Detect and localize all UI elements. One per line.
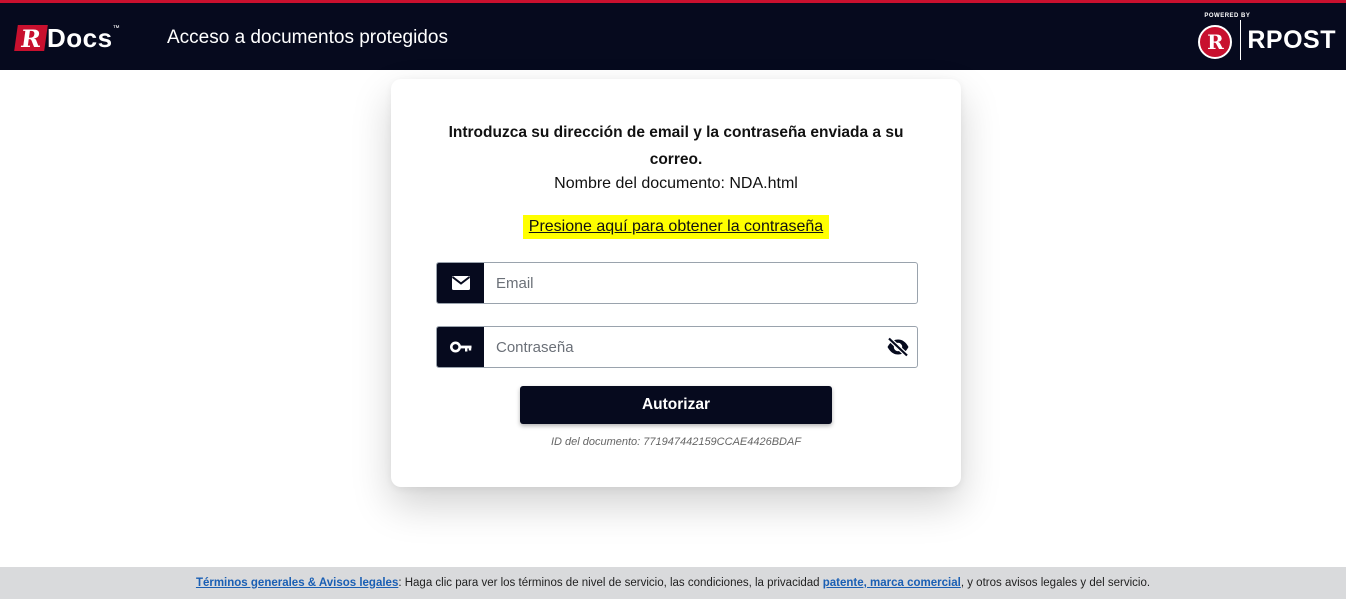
login-card: Introduzca su dirección de email y la co…	[391, 79, 961, 487]
email-input[interactable]	[484, 263, 917, 303]
rpost-logo-text: RPOST	[1247, 25, 1336, 54]
password-field	[436, 326, 918, 368]
powered-by-label: POWERED BY	[1204, 13, 1251, 19]
eye-off-icon[interactable]	[879, 327, 917, 367]
document-name: Nombre del documento: NDA.html	[554, 175, 798, 192]
terms-link[interactable]: Términos generales & Avisos legales	[196, 577, 398, 589]
rpost-logo: POWERED BY R RPOST	[1198, 11, 1336, 63]
rpost-logo-mark: R	[1198, 25, 1233, 59]
legal-footer: Términos generales & Avisos legales : Ha…	[0, 567, 1346, 599]
page-title: Acceso a documentos protegidos	[167, 27, 448, 48]
get-password-wrapper: Presione aquí para obtener la contraseña	[391, 215, 961, 239]
app-header: R Docs ™ Acceso a documentos protegidos …	[0, 3, 1346, 70]
password-input[interactable]	[484, 327, 879, 367]
rpost-divider	[1240, 20, 1242, 60]
authorize-button[interactable]: Autorizar	[520, 386, 832, 424]
document-id: ID del documento: 771947442159CCAE4426BD…	[550, 436, 802, 448]
key-icon	[437, 327, 484, 367]
rdocs-logo: R Docs ™	[14, 22, 120, 53]
get-password-link[interactable]: Presione aquí para obtener la contraseña	[522, 215, 830, 239]
rdocs-logo-text: Docs	[47, 22, 113, 53]
footer-text-2: , y otros avisos legales y del servicio.	[960, 577, 1151, 589]
footer-text-1: : Haga clic para ver los términos de niv…	[398, 577, 823, 589]
email-field	[436, 262, 918, 304]
login-instructions: Introduzca su dirección de email y la co…	[448, 124, 904, 168]
patent-trademark-link[interactable]: patente, marca comercial	[823, 577, 961, 589]
rdocs-logo-tm: ™	[112, 25, 120, 32]
rdocs-logo-mark: R	[14, 24, 48, 53]
envelope-icon	[437, 263, 484, 303]
